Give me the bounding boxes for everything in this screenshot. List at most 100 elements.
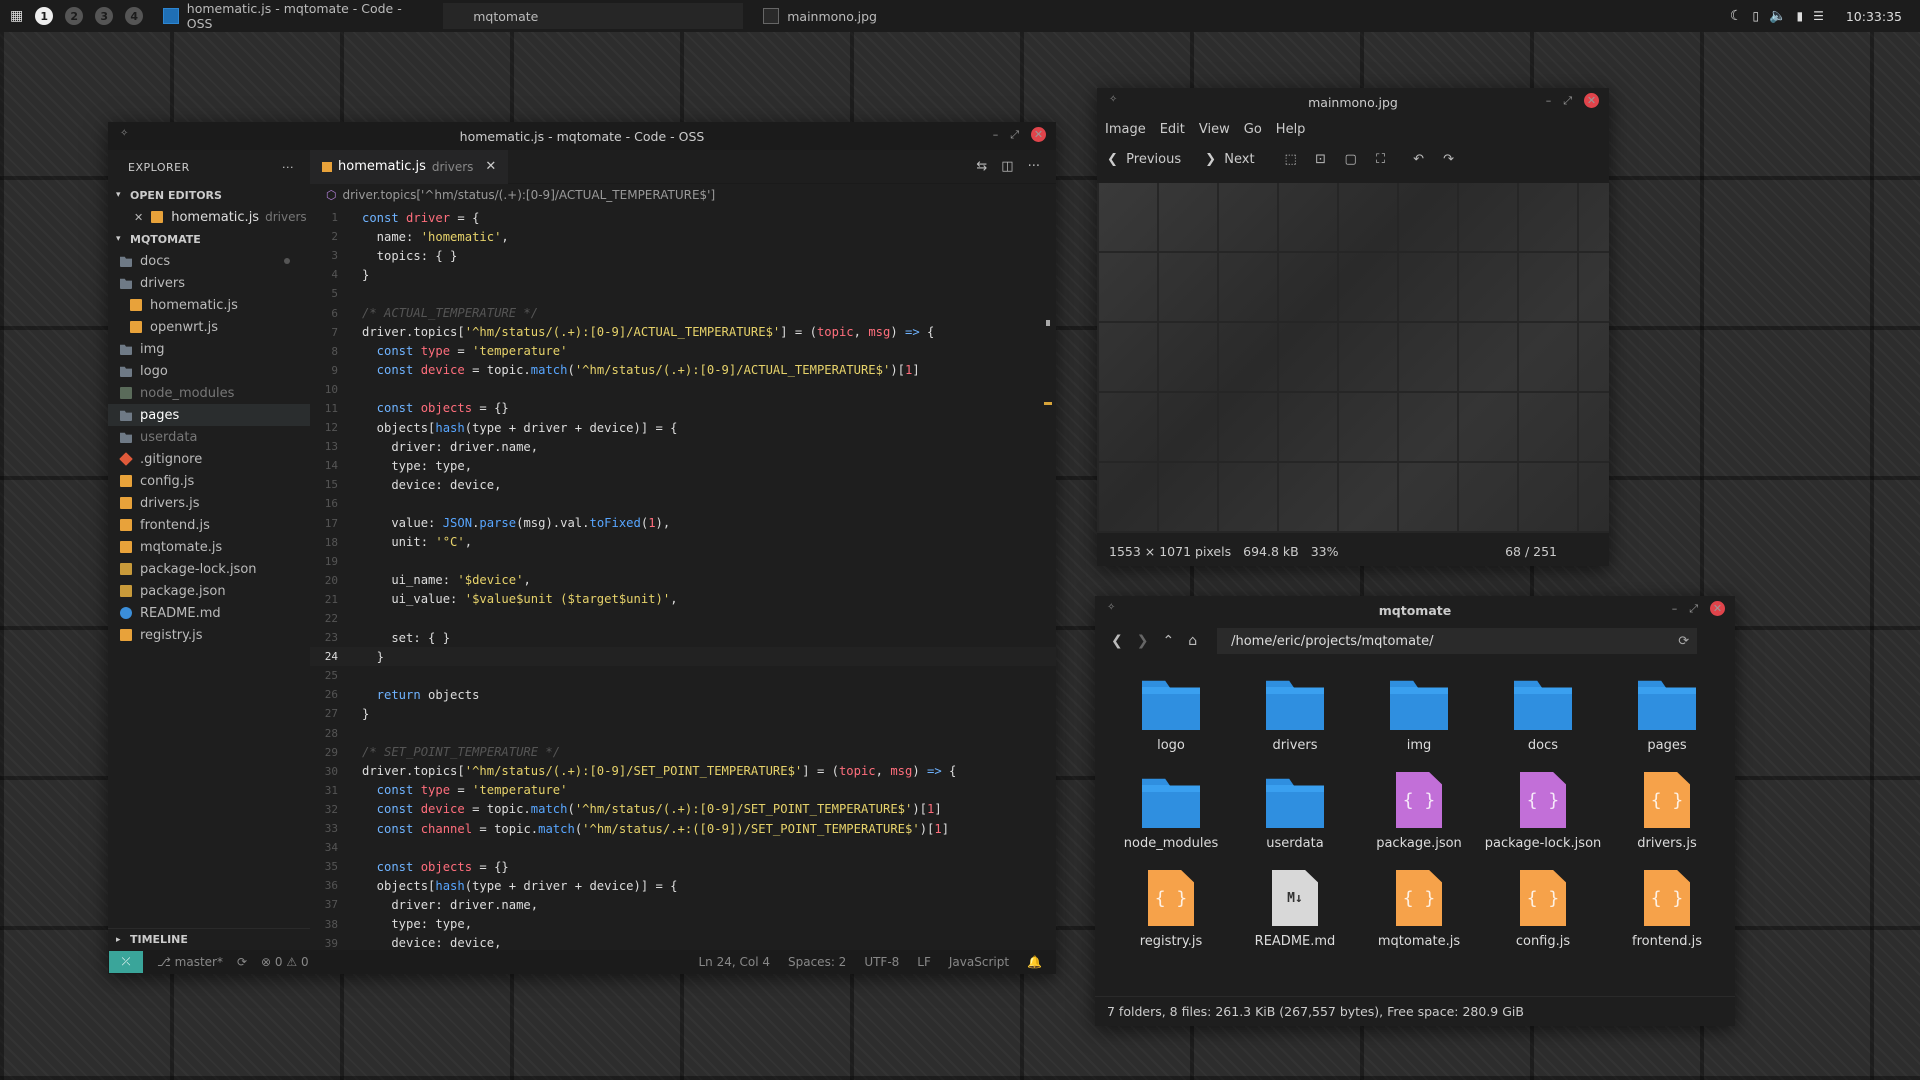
line-ending[interactable]: LF [917,955,931,969]
tree-item[interactable]: docs [108,250,310,272]
code-line[interactable]: 17 value: JSON.parse(msg).val.toFixed(1)… [310,514,1056,533]
code-line[interactable]: 5 [310,284,1056,303]
file-item[interactable]: pages [1605,674,1729,758]
tree-item[interactable]: registry.js [108,624,310,646]
timeline-section[interactable]: ▸ TIMELINE [108,928,310,950]
file-item[interactable]: { } config.js [1481,870,1605,954]
code-line[interactable]: 25 [310,666,1056,685]
cursor-position[interactable]: Ln 24, Col 4 [698,955,770,969]
code-editor[interactable]: 1 const driver = {2 name: 'homematic', 3 t… [310,208,1056,950]
project-section[interactable]: ▾ MQTOMATE [108,228,310,250]
reload-icon[interactable]: ⟳ [1678,634,1689,649]
code-line[interactable]: 14 type: type, [310,456,1056,475]
path-bar[interactable]: /home/eric/projects/mqtomate/ ⟳ [1217,628,1698,654]
workspace-1[interactable]: 1 [35,7,54,25]
tree-item[interactable]: drivers [108,272,310,294]
code-line[interactable]: 18 unit: '°C', [310,533,1056,552]
vscode-titlebar[interactable]: ✧ homematic.js - mqtomate - Code - OSS –… [108,122,1056,150]
menu-view[interactable]: View [1199,122,1230,137]
night-mode-icon[interactable]: ☾ [1730,8,1743,24]
pin-icon[interactable]: ✧ [1109,94,1117,105]
rotate-left-icon[interactable]: ↶ [1409,149,1429,169]
sync-icon[interactable]: ⟳ [237,955,247,969]
more-actions-icon[interactable]: ··· [1028,159,1040,174]
tree-item[interactable]: package-lock.json [108,558,310,580]
compare-changes-icon[interactable]: ⇆ [976,159,987,174]
code-line[interactable]: 28 [310,724,1056,743]
code-line[interactable]: 19 [310,552,1056,571]
window-icon[interactable]: ▯ [1752,9,1759,23]
close-icon[interactable]: ✕ [1584,93,1599,108]
code-line[interactable]: 8 const type = 'temperature' [310,342,1056,361]
tree-item[interactable]: .gitignore [108,448,310,470]
home-icon[interactable]: ⌂ [1188,633,1197,649]
code-line[interactable]: 26 return objects [310,685,1056,704]
file-item[interactable]: { } frontend.js [1605,870,1729,954]
zoom-out-icon[interactable]: ⊡ [1311,149,1331,169]
code-line[interactable]: 16 [310,494,1056,513]
tree-item[interactable]: homematic.js [108,294,310,316]
file-item[interactable]: logo [1109,674,1233,758]
pin-icon[interactable]: ✧ [120,128,128,139]
task-file-manager[interactable]: mqtomate [443,3,744,29]
pin-icon[interactable]: ✧ [1107,602,1115,613]
code-line[interactable]: 39 device: device, [310,934,1056,950]
tree-item[interactable]: img [108,338,310,360]
file-item[interactable]: { } package-lock.json [1481,772,1605,856]
file-item[interactable]: M↓ README.md [1233,870,1357,954]
code-line[interactable]: 29 /* SET_POINT_TEMPERATURE */ [310,743,1056,762]
up-icon[interactable]: ⌃ [1162,633,1174,649]
next-button[interactable]: ❯ Next [1205,152,1254,167]
clock[interactable]: 10:33:35 [1846,9,1902,24]
maximize-icon[interactable]: ⤢ [1010,128,1019,142]
language-mode[interactable]: JavaScript [949,955,1009,969]
code-line[interactable]: 38 type: type, [310,914,1056,933]
code-line[interactable]: 31 const type = 'temperature' [310,781,1056,800]
minimize-icon[interactable]: – [1672,602,1678,615]
previous-button[interactable]: ❮ Previous [1107,152,1181,167]
problems-indicator[interactable]: ⊗ 0 ⚠ 0 [261,955,309,969]
tree-item[interactable]: pages [108,404,310,426]
tree-item[interactable]: drivers.js [108,492,310,514]
file-item[interactable]: { } drivers.js [1605,772,1729,856]
code-line[interactable]: 10 [310,380,1056,399]
file-item[interactable]: { } mqtomate.js [1357,870,1481,954]
menu-image[interactable]: Image [1105,122,1146,137]
volume-icon[interactable]: 🔈 [1769,8,1786,24]
code-line[interactable]: 23 set: { } [310,628,1056,647]
code-line[interactable]: 6 /* ACTUAL_TEMPERATURE */ [310,303,1056,322]
code-line[interactable]: 3 topics: { } [310,246,1056,265]
forward-icon[interactable]: ❯ [1137,633,1149,649]
open-editors-section[interactable]: ▾ OPEN EDITORS [108,184,310,206]
close-icon[interactable]: ✕ [1710,601,1725,616]
tab-close-icon[interactable]: ✕ [485,159,496,174]
fit-window-icon[interactable]: ▢ [1341,149,1361,169]
tree-item[interactable]: userdata [108,426,310,448]
best-fit-icon[interactable]: ⛶ [1371,149,1391,169]
encoding[interactable]: UTF-8 [864,955,899,969]
code-line[interactable]: 7 driver.topics['^hm/status/(.+):[0-9]/AC… [310,323,1056,342]
image-canvas[interactable] [1097,183,1609,533]
code-line[interactable]: 12 objects[hash(type + driver + device)]… [310,418,1056,437]
more-actions-icon[interactable]: ··· [282,161,294,174]
code-line[interactable]: 34 [310,838,1056,857]
code-line[interactable]: 24 } [310,647,1056,667]
file-item[interactable]: node_modules [1109,772,1233,856]
file-item[interactable]: drivers [1233,674,1357,758]
task-vscode[interactable]: homematic.js - mqtomate - Code - OSS [153,1,433,31]
maximize-icon[interactable]: ⤢ [1689,602,1698,616]
code-line[interactable]: 2 name: 'homematic', [310,227,1056,246]
remote-icon[interactable]: ⤫ [109,951,143,973]
code-line[interactable]: 37 driver: driver.name, [310,895,1056,914]
minimize-icon[interactable]: – [1546,94,1552,107]
file-item[interactable]: { } package.json [1357,772,1481,856]
open-editor-item[interactable]: ✕ homematic.js drivers [108,206,310,228]
file-item[interactable]: { } registry.js [1109,870,1233,954]
close-editor-icon[interactable]: ✕ [134,211,143,224]
file-item[interactable]: img [1357,674,1481,758]
code-line[interactable]: 1 const driver = { [310,208,1056,227]
battery-icon[interactable]: ▮ [1796,9,1803,23]
tree-item[interactable]: node_modules [108,382,310,404]
git-branch[interactable]: ⎇ master* [157,955,223,969]
code-line[interactable]: 33 const channel = topic.match('^hm/stat… [310,819,1056,838]
